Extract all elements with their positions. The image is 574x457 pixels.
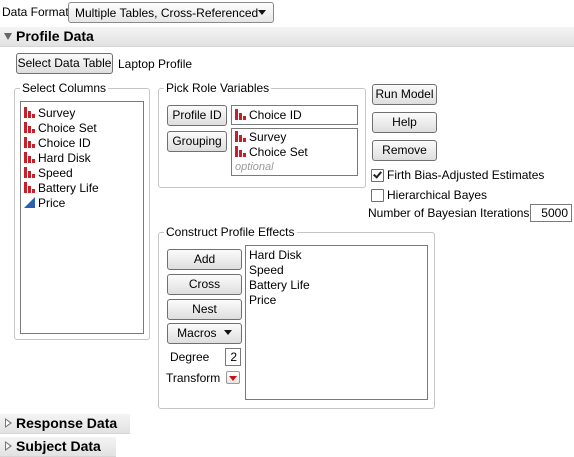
degree-label: Degree (170, 350, 210, 364)
hierarchical-bayes-checkbox[interactable] (371, 189, 384, 202)
effect-item[interactable]: Battery Life (246, 278, 427, 293)
effects-list[interactable]: Hard Disk Speed Battery Life Price (245, 245, 428, 400)
list-item[interactable]: Choice ID (232, 108, 357, 123)
firth-label: Firth Bias-Adjusted Estimates (387, 168, 545, 182)
select-columns-title: Select Columns (20, 81, 109, 95)
data-format-dropdown[interactable]: Multiple Tables, Cross-Referenced (68, 2, 274, 23)
degree-input[interactable]: 2 (225, 348, 241, 366)
column-label: Hard Disk (38, 151, 91, 165)
list-item[interactable]: Choice Set (21, 121, 143, 136)
nominal-column-icon (24, 167, 35, 178)
column-label: Choice ID (38, 136, 91, 150)
data-format-value: Multiple Tables, Cross-Referenced (75, 6, 259, 20)
add-button[interactable]: Add (167, 249, 242, 270)
effect-item[interactable]: Hard Disk (246, 248, 427, 263)
nominal-column-icon (235, 131, 246, 142)
subject-data-title: Subject Data (16, 438, 101, 454)
remove-button[interactable]: Remove (372, 140, 437, 161)
macros-label: Macros (177, 326, 217, 340)
list-item[interactable]: Price (21, 196, 143, 211)
list-item[interactable]: Speed (21, 166, 143, 181)
subject-data-header[interactable]: Subject Data (0, 437, 116, 457)
nest-button[interactable]: Nest (167, 299, 242, 320)
column-label: Choice Set (38, 121, 97, 135)
bayesian-iterations-input[interactable]: 5000 (530, 204, 572, 222)
nominal-column-icon (24, 122, 35, 133)
select-columns-group: Select Columns Survey Choice Set Choice ID… (14, 81, 150, 340)
list-item[interactable]: Survey (232, 130, 357, 145)
disclosure-closed-icon[interactable] (5, 441, 12, 451)
firth-checkbox[interactable] (371, 169, 384, 182)
role-item-label: Survey (249, 130, 287, 144)
nominal-column-icon (235, 109, 246, 120)
profile-id-role-box[interactable]: Choice ID (231, 105, 358, 125)
transform-dropdown[interactable] (226, 371, 240, 384)
construct-profile-effects-group: Construct Profile Effects Add Cross Nest… (158, 225, 435, 409)
nominal-column-icon (24, 182, 35, 193)
list-item[interactable]: Battery Life (21, 181, 143, 196)
role-item-label: Choice ID (249, 108, 302, 122)
select-data-table-button[interactable]: Select Data Table (16, 53, 113, 74)
transform-label: Transform (166, 371, 221, 385)
list-item[interactable]: Survey (21, 106, 143, 121)
data-format-label: Data Format (2, 5, 69, 19)
list-item[interactable]: Choice Set (232, 145, 357, 160)
profile-id-button[interactable]: Profile ID (167, 105, 227, 126)
column-label: Speed (38, 166, 73, 180)
role-item-label: Choice Set (249, 145, 308, 159)
construct-profile-effects-title: Construct Profile Effects (164, 225, 297, 239)
column-label: Battery Life (38, 181, 99, 195)
profile-table-name: Laptop Profile (118, 57, 193, 71)
nominal-column-icon (24, 137, 35, 148)
list-item[interactable]: Choice ID (21, 136, 143, 151)
columns-list[interactable]: Survey Choice Set Choice ID Hard Disk Speed B… (20, 101, 144, 334)
response-data-title: Response Data (16, 415, 118, 431)
disclosure-open-icon[interactable] (4, 33, 12, 40)
grouping-role-box[interactable]: Survey Choice Set optional (231, 128, 358, 176)
effect-item[interactable]: Price (246, 293, 427, 308)
help-button[interactable]: Help (372, 112, 437, 133)
nominal-column-icon (24, 152, 35, 163)
cross-button[interactable]: Cross (167, 274, 242, 295)
run-model-button[interactable]: Run Model (372, 84, 437, 105)
bayesian-iterations-label: Number of Bayesian Iterations (368, 206, 530, 220)
list-item[interactable]: Hard Disk (21, 151, 143, 166)
profile-data-title: Profile Data (16, 28, 94, 44)
effect-item[interactable]: Speed (246, 263, 427, 278)
nominal-column-icon (24, 107, 35, 118)
chevron-down-icon (258, 10, 266, 15)
hierarchical-bayes-label: Hierarchical Bayes (387, 188, 488, 202)
column-label: Survey (38, 106, 76, 120)
red-triangle-icon (229, 376, 237, 381)
chevron-down-icon (223, 330, 232, 335)
macros-button[interactable]: Macros (167, 323, 242, 344)
profile-data-header[interactable]: Profile Data (0, 27, 574, 47)
pick-role-variables-title: Pick Role Variables (164, 81, 272, 95)
column-label: Price (38, 196, 66, 210)
grouping-button[interactable]: Grouping (167, 131, 227, 152)
pick-role-variables-group: Pick Role Variables Profile ID Choice ID… (158, 81, 366, 188)
checkmark-icon (373, 169, 382, 179)
grouping-placeholder: optional (235, 161, 274, 173)
continuous-column-icon (24, 197, 35, 208)
disclosure-closed-icon[interactable] (5, 418, 12, 428)
nominal-column-icon (235, 146, 246, 157)
response-data-header[interactable]: Response Data (0, 414, 130, 434)
